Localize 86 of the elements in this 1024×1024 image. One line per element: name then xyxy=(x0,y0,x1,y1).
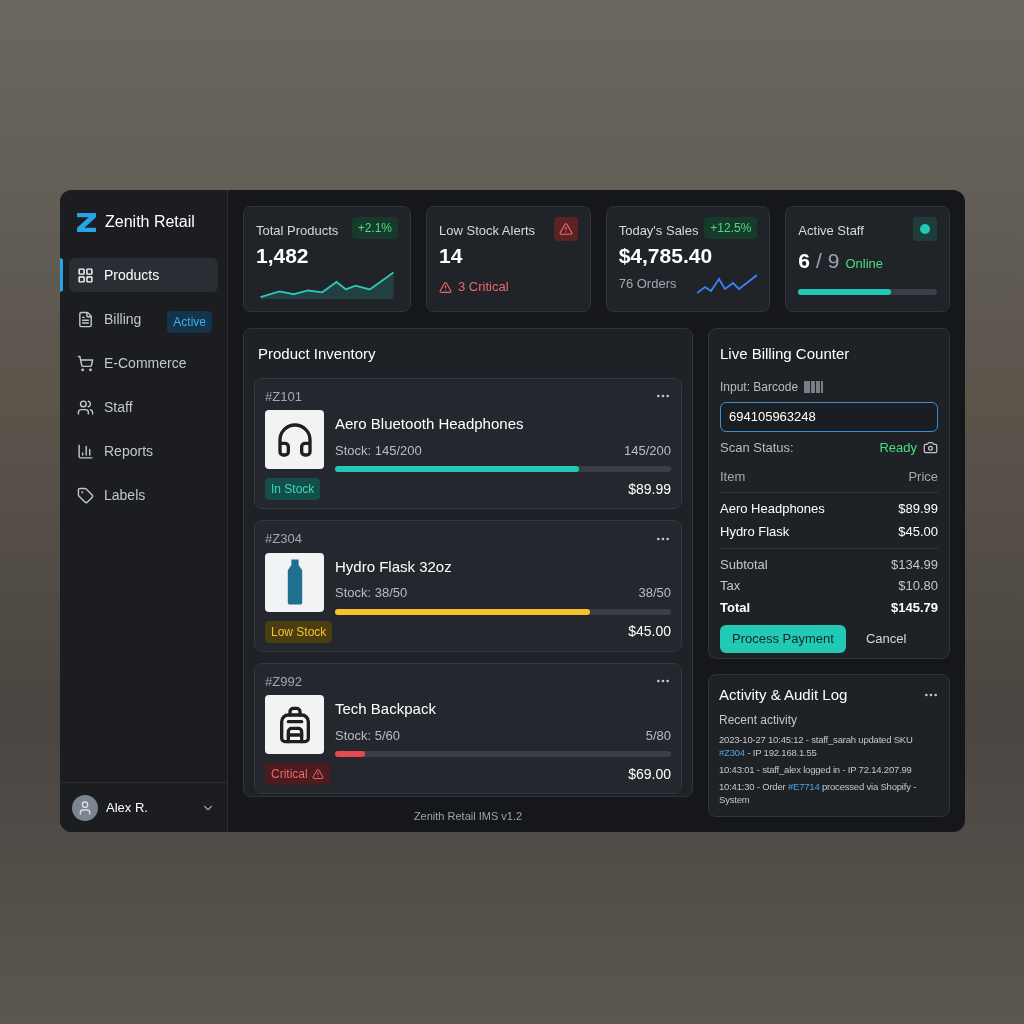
stat-value: 14 xyxy=(439,243,464,269)
sidebar-item[interactable]: Labels xyxy=(69,478,218,512)
stock-status-badge: Critical xyxy=(265,763,330,785)
stat-title: Total Products xyxy=(256,222,339,240)
process-payment-button[interactable]: Process Payment xyxy=(720,625,846,653)
status-badge: Active xyxy=(167,311,212,333)
stock-label: Stock: 38/50 xyxy=(335,584,408,602)
barcode-input-field[interactable]: 694105963248 xyxy=(720,401,938,432)
product-card[interactable]: #Z304 Hydro Flask 32oz Stock: 38/50 38/50 Low Stock $45.00 xyxy=(254,520,682,652)
sku-label: #Z992 xyxy=(265,672,302,691)
product-name: Tech Backpack xyxy=(335,699,437,719)
cart-icon xyxy=(77,354,94,372)
scan-status: Ready xyxy=(879,438,917,457)
warning-icon xyxy=(553,217,578,241)
panel-title: Product Inventory xyxy=(257,344,377,364)
stat-title: Today's Sales xyxy=(618,222,699,240)
product-name: Hydro Flask 32oz xyxy=(335,556,453,577)
panel-title: Live Billing Counter xyxy=(720,344,851,364)
stock-count: 145/200 xyxy=(624,441,671,460)
product-price: $89.99 xyxy=(628,479,671,499)
section-subtitle: Recent activity xyxy=(719,711,799,729)
stat-value: $4,785.40 xyxy=(618,242,714,269)
version-label: Zenith Retail IMS v1.2 xyxy=(412,809,524,824)
total-value: $10.80 xyxy=(898,577,938,595)
staff-total: / 9 xyxy=(816,248,840,274)
product-name: Aero Bluetooth Headphones xyxy=(335,414,525,434)
total-label: Tax xyxy=(720,577,741,595)
critical-count: 3 Critical xyxy=(458,278,509,297)
item-price: $45.00 xyxy=(898,523,938,541)
sidebar-item[interactable]: Products xyxy=(69,258,218,292)
stock-status-badge: Low Stock xyxy=(265,620,333,643)
product-price: $69.00 xyxy=(628,764,671,784)
total-value: $134.99 xyxy=(891,555,938,574)
user-name: Alex R. xyxy=(106,798,149,817)
stat-value: 1,482 xyxy=(256,242,310,269)
logo-icon xyxy=(76,211,97,233)
cancel-button[interactable]: Cancel xyxy=(845,625,927,653)
sku-label: #Z304 xyxy=(265,530,302,548)
barcode-icon xyxy=(804,380,825,393)
stock-status-badge: In Stock xyxy=(265,478,321,500)
sidebar-item[interactable]: Reports xyxy=(69,434,218,468)
product-price: $45.00 xyxy=(628,622,671,641)
sidebar-item[interactable]: E-Commerce xyxy=(69,346,218,380)
people-icon xyxy=(77,398,94,416)
sparkline-drawing xyxy=(697,272,758,295)
document-icon xyxy=(77,310,94,328)
log-entry: 10:43:01 - staff_alex logged in - IP 72.14.207.99 xyxy=(719,762,913,776)
total-label: Total xyxy=(720,598,751,617)
item-price: $89.99 xyxy=(898,499,938,518)
product-card[interactable]: #Z101 Aero Bluetooth Headphones Stock: 145/200 145/200 In Stock $89.99 xyxy=(254,377,682,509)
brand-name: Zenith Retail xyxy=(105,212,195,232)
bar-chart-icon xyxy=(77,442,94,460)
staff-count: 6 xyxy=(798,248,811,274)
warning-icon xyxy=(311,768,324,780)
item-name: Aero Headphones xyxy=(720,499,825,518)
log-entry: 2023-10-27 10:45:12 - staff_sarah updated SKU #Z304 - IP 192.168.1.55 xyxy=(719,732,914,759)
tag-icon xyxy=(77,486,94,504)
online-label: Online xyxy=(845,255,883,273)
stat-title: Low Stock Alerts xyxy=(439,222,536,240)
stat-title: Active Staff xyxy=(798,222,864,240)
column-header: Price xyxy=(908,468,938,486)
stock-count: 38/50 xyxy=(638,584,671,602)
total-value: $145.79 xyxy=(891,598,938,617)
trend-badge: +12.5% xyxy=(704,217,758,239)
sku-link[interactable]: #Z304 xyxy=(719,746,745,758)
stock-label: Stock: 5/60 xyxy=(335,726,401,745)
panel-title: Activity & Audit Log xyxy=(719,685,848,705)
trend-badge: +2.1% xyxy=(351,217,398,239)
product-card[interactable]: #Z992 Tech Backpack Stock: 5/60 5/80 Critical $69.00 xyxy=(254,662,682,794)
total-label: Subtotal xyxy=(720,555,768,574)
bottle-icon xyxy=(285,559,304,605)
scan-status-label: Scan Status: xyxy=(720,438,794,457)
stock-count: 5/80 xyxy=(645,726,671,745)
input-label: Input: Barcode xyxy=(720,378,799,396)
avatar xyxy=(72,794,98,821)
stock-label: Stock: 145/200 xyxy=(335,441,422,460)
grid-icon xyxy=(77,266,94,284)
sku-link[interactable]: #E7714 xyxy=(787,780,820,792)
column-header: Item xyxy=(720,468,746,486)
orders-count: 76 Orders xyxy=(618,275,677,293)
sidebar-item[interactable]: Staff xyxy=(69,390,218,424)
camera-icon[interactable] xyxy=(923,439,938,455)
sku-label: #Z101 xyxy=(265,387,302,406)
log-entry: 10:41:30 - Order #E7714 processed via Shopify - System xyxy=(719,779,918,806)
warning-icon xyxy=(439,280,452,294)
item-name: Hydro Flask xyxy=(720,523,790,541)
